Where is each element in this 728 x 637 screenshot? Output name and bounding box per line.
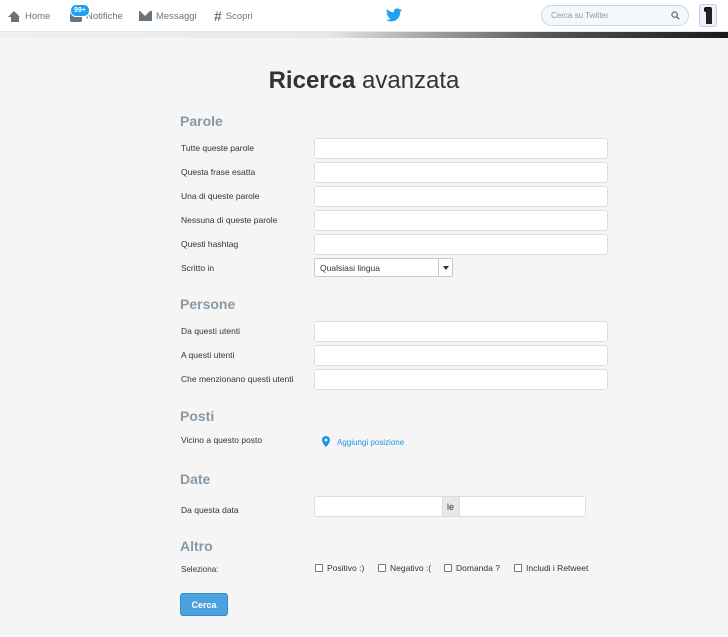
section-other-heading: Altro	[180, 538, 213, 554]
language-select-value: Qualsiasi lingua	[320, 262, 381, 273]
label-to-users: A questi utenti	[181, 350, 235, 360]
label-from-date: Da questa data	[181, 505, 239, 515]
label-any-words: Una di queste parole	[181, 191, 260, 201]
section-dates-heading: Date	[180, 471, 211, 487]
page-title: Ricerca avanzata	[0, 67, 728, 95]
checkbox-question-label: Domanda ?	[456, 563, 500, 573]
search-box	[541, 5, 689, 26]
checkbox-positive[interactable]: Positivo :)	[315, 563, 364, 573]
search-icon[interactable]	[671, 11, 680, 20]
all-words-input[interactable]	[314, 138, 608, 159]
label-exact-phrase: Questa frase esatta	[181, 167, 256, 177]
nav-home[interactable]: Home	[8, 0, 50, 32]
nav-discover[interactable]: # Scopri	[214, 0, 253, 32]
from-users-input[interactable]	[314, 321, 608, 342]
section-places-heading: Posti	[180, 408, 215, 424]
header-banner-strip	[0, 32, 728, 38]
chevron-down-icon	[438, 259, 452, 276]
date-separator: le	[442, 496, 460, 517]
checkbox-negative-label: Negativo :(	[390, 563, 432, 573]
checkbox-box[interactable]	[378, 564, 386, 572]
label-mentioning-users: Che menzionano questi utenti	[181, 374, 294, 384]
none-words-input[interactable]	[314, 210, 608, 231]
top-navigation-bar: Home Notifiche 99+ Messaggi # Scopri	[0, 0, 728, 32]
label-written-in: Scritto in	[181, 263, 215, 273]
label-hashtags: Questi hashtag	[181, 239, 239, 249]
home-icon	[8, 10, 21, 22]
label-all-words: Tutte queste parole	[181, 143, 254, 153]
section-people-heading: Persone	[180, 296, 236, 312]
checkbox-positive-label: Positivo :)	[327, 563, 365, 573]
search-input[interactable]	[551, 11, 661, 20]
checkbox-include-retweets[interactable]: Includi i Retweet	[514, 563, 588, 573]
nav-notifications-label: Notifiche	[86, 10, 123, 22]
checkbox-box[interactable]	[444, 564, 452, 572]
nav-messages-label: Messaggi	[156, 10, 197, 22]
checkbox-question[interactable]: Domanda ?	[444, 563, 500, 573]
nav-home-label: Home	[25, 10, 51, 22]
add-location-link[interactable]: Aggiungi posizione	[337, 438, 404, 447]
avatar-figure	[706, 8, 712, 24]
checkbox-include-retweets-label: Includi i Retweet	[526, 563, 589, 573]
nav-discover-label: Scopri	[225, 10, 253, 22]
hashtags-input[interactable]	[314, 234, 608, 255]
mentioning-users-input[interactable]	[314, 369, 608, 390]
language-select[interactable]: Qualsiasi lingua	[314, 258, 453, 277]
page-title-light: avanzata	[362, 67, 460, 94]
nav-messages[interactable]: Messaggi	[139, 0, 197, 32]
checkbox-box[interactable]	[315, 564, 323, 572]
hashtag-icon: #	[214, 8, 222, 24]
label-from-users: Da questi utenti	[181, 326, 241, 336]
location-pin-icon[interactable]	[322, 436, 330, 447]
checkbox-negative[interactable]: Negativo :(	[378, 563, 431, 573]
search-submit-button[interactable]: Cerca	[180, 593, 228, 616]
page-title-bold: Ricerca	[268, 67, 356, 94]
notifications-badge: 99+	[70, 4, 90, 17]
checkbox-box[interactable]	[514, 564, 522, 572]
twitter-bird-icon[interactable]	[386, 8, 402, 22]
label-near-place: Vicino a questo posto	[181, 435, 263, 445]
label-none-words: Nessuna di queste parole	[181, 215, 278, 225]
label-select: Seleziona:	[181, 565, 219, 574]
exact-phrase-input[interactable]	[314, 162, 608, 183]
any-words-input[interactable]	[314, 186, 608, 207]
avatar[interactable]	[699, 4, 717, 27]
envelope-icon	[139, 11, 152, 21]
section-words-heading: Parole	[180, 113, 223, 129]
from-date-input[interactable]	[314, 496, 442, 517]
to-date-input[interactable]	[460, 496, 586, 517]
to-users-input[interactable]	[314, 345, 608, 366]
